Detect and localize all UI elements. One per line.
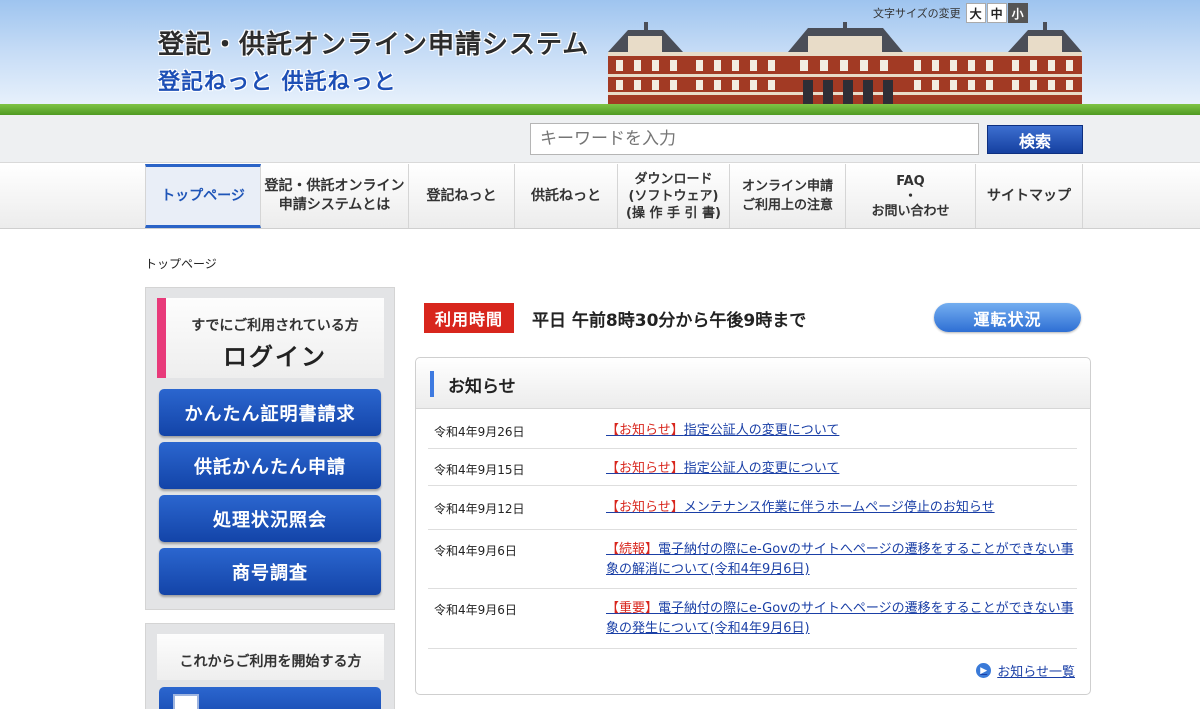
easy-certificate-request-button[interactable]: かんたん証明書請求	[159, 389, 381, 436]
news-link[interactable]: 【お知らせ】メンテナンス作業に伴うホームページ停止のお知らせ	[606, 498, 1076, 518]
nav-item-sitemap[interactable]: サイトマップ	[976, 164, 1083, 228]
news-title: お知らせ	[448, 377, 516, 397]
global-nav: トップページ 登記・供託オンライン 申請システムとは 登記ねっと 供託ねっと ダ…	[0, 164, 1200, 229]
font-size-large-button[interactable]: 大	[965, 3, 986, 23]
site-header: 登記・供託オンライン申請システム 登記ねっと 供託ねっと 文字サイズの変更 大 …	[0, 0, 1200, 115]
news-item: 令和4年9月26日 【お知らせ】指定公証人の変更について	[428, 410, 1077, 449]
login-title: ログイン	[223, 343, 327, 371]
ministry-building-illustration	[608, 22, 1082, 108]
news-date: 令和4年9月6日	[434, 544, 517, 558]
news-date: 令和4年9月15日	[434, 463, 525, 477]
font-size-medium-button[interactable]: 中	[986, 3, 1007, 23]
news-date: 令和4年9月12日	[434, 502, 525, 516]
service-hours-badge: 利用時間	[424, 303, 514, 333]
process-status-inquiry-button[interactable]: 処理状況照会	[159, 495, 381, 542]
news-tag: 【重要】	[606, 601, 659, 616]
service-hours-text: 平日 午前8時30分から午後9時まで	[532, 311, 807, 331]
font-size-switcher: 文字サイズの変更 大 中 小	[873, 3, 1028, 23]
easy-deposit-application-button[interactable]: 供託かんたん申請	[159, 442, 381, 489]
nav-item-top[interactable]: トップページ	[145, 164, 261, 228]
login-panel: すでにご利用されている方 ログイン かんたん証明書請求 供託かんたん申請 処理状…	[145, 287, 395, 610]
getting-started-panel: これからご利用を開始する方	[145, 623, 395, 709]
news-link[interactable]: 【お知らせ】指定公証人の変更について	[606, 459, 1076, 479]
news-list-link[interactable]: ▶ お知らせ一覧	[976, 661, 1075, 680]
news-tag: 【お知らせ】	[606, 461, 684, 476]
news-list-label: お知らせ一覧	[997, 665, 1075, 680]
news-link[interactable]: 【重要】電子納付の際にe-Govのサイトへページの遷移をすることができない事象の…	[606, 599, 1076, 639]
news-header-accent	[430, 371, 434, 397]
news-tag: 【お知らせ】	[606, 423, 684, 438]
news-date: 令和4年9月26日	[434, 425, 525, 439]
news-text: 指定公証人の変更について	[683, 461, 840, 476]
news-item: 令和4年9月6日 【続報】電子納付の際にe-Govのサイトへページの遷移をするこ…	[428, 530, 1077, 589]
breadcrumb: トップページ	[145, 257, 217, 271]
news-text: 電子納付の際にe-Govのサイトへページの遷移をすることができない事象の解消につ…	[606, 542, 1074, 577]
trade-name-search-button[interactable]: 商号調査	[159, 548, 381, 595]
document-icon	[173, 694, 199, 709]
nav-item-faq[interactable]: FAQ ・ お問い合わせ	[846, 164, 976, 228]
site-title[interactable]: 登記・供託オンライン申請システム	[158, 24, 589, 61]
news-tag: 【お知らせ】	[606, 500, 684, 515]
site-subtitle[interactable]: 登記ねっと 供託ねっと	[158, 64, 397, 96]
news-date: 令和4年9月6日	[434, 603, 517, 617]
font-size-label: 文字サイズの変更	[873, 7, 961, 20]
grass-strip	[0, 104, 1200, 115]
login-subtitle: すでにご利用されている方	[191, 318, 359, 334]
nav-item-touki-net[interactable]: 登記ねっと	[409, 164, 515, 228]
news-link[interactable]: 【お知らせ】指定公証人の変更について	[606, 421, 1076, 441]
news-tag: 【続報】	[606, 542, 659, 557]
nav-item-download[interactable]: ダウンロード (ソフトウェア) (操 作 手 引 書)	[618, 164, 730, 228]
registration-button[interactable]	[159, 687, 381, 709]
news-item: 令和4年9月12日 【お知らせ】メンテナンス作業に伴うホームページ停止のお知らせ	[428, 486, 1077, 530]
news-item: 令和4年9月15日 【お知らせ】指定公証人の変更について	[428, 449, 1077, 486]
news-text: メンテナンス作業に伴うホームページ停止のお知らせ	[683, 500, 995, 515]
getting-started-title: これからご利用を開始する方	[157, 634, 384, 680]
search-input[interactable]	[530, 123, 979, 155]
login-header[interactable]: すでにご利用されている方 ログイン	[157, 298, 384, 378]
news-text: 電子納付の際にe-Govのサイトへページの遷移をすることができない事象の発生につ…	[606, 601, 1074, 636]
news-text: 指定公証人の変更について	[683, 423, 840, 438]
news-link[interactable]: 【続報】電子納付の際にe-Govのサイトへページの遷移をすることができない事象の…	[606, 540, 1076, 580]
news-item: 令和4年9月6日 【重要】電子納付の際にe-Govのサイトへページの遷移をするこ…	[428, 589, 1077, 649]
nav-item-kyotaku-net[interactable]: 供託ねっと	[515, 164, 618, 228]
search-button[interactable]: 検索	[987, 125, 1083, 154]
font-size-small-button[interactable]: 小	[1007, 3, 1028, 23]
operation-status-button[interactable]: 運転状況	[934, 303, 1081, 332]
news-header: お知らせ	[416, 358, 1090, 409]
nav-item-about[interactable]: 登記・供託オンライン 申請システムとは	[261, 164, 409, 228]
search-bar: 検索	[0, 115, 1200, 163]
nav-item-usage-notes[interactable]: オンライン申請 ご利用上の注意	[730, 164, 846, 228]
arrow-right-icon: ▶	[976, 663, 992, 678]
news-panel: お知らせ 令和4年9月26日 【お知らせ】指定公証人の変更について 令和4年9月…	[415, 357, 1091, 695]
